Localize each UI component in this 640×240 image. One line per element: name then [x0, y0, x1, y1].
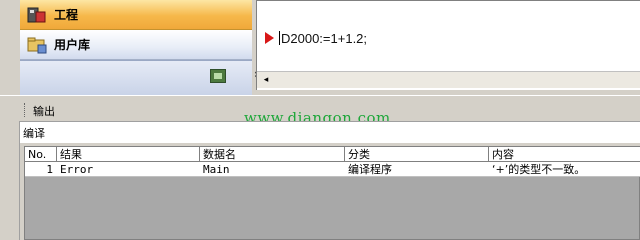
- cell-no: 1: [46, 163, 53, 176]
- table-header: No. 结果 数据名 分类 内容: [25, 147, 640, 162]
- nav-footer: »: [20, 60, 262, 95]
- nav-side-strip: [0, 0, 20, 95]
- text-caret: [279, 31, 280, 45]
- column-header-result[interactable]: 结果: [57, 147, 200, 162]
- grip-handle-icon[interactable]: [24, 103, 27, 117]
- user-library-icon: [26, 35, 48, 55]
- tab-compile[interactable]: 编译: [23, 125, 45, 141]
- scroll-left-icon[interactable]: ◂: [259, 73, 273, 87]
- horizontal-scrollbar[interactable]: ◂: [257, 71, 640, 88]
- code-text: D2000:=1+1.2;: [281, 31, 368, 46]
- column-header-content[interactable]: 内容: [489, 147, 640, 162]
- editor-gutter: [257, 1, 277, 71]
- results-table: No. 结果 数据名 分类 内容 1 Error Main 编译程序 ‘+’的类…: [24, 146, 640, 240]
- column-header-data-name[interactable]: 数据名: [200, 147, 345, 162]
- code-editor[interactable]: D2000:=1+1.2; ◂: [256, 0, 640, 90]
- column-header-category[interactable]: 分类: [345, 147, 489, 162]
- cell-result: Error: [60, 163, 94, 176]
- cell-content: ‘+’的类型不一致。: [492, 163, 586, 176]
- save-icon[interactable]: [210, 69, 226, 83]
- nav-item-label: 用户库: [54, 38, 91, 52]
- breakpoint-marker-icon[interactable]: [265, 32, 274, 44]
- output-tab-area: 编译: [20, 121, 640, 143]
- navigation-pane: 工程 用户库 »: [0, 0, 262, 95]
- project-icon: [26, 5, 48, 25]
- column-header-no[interactable]: No.: [25, 147, 57, 162]
- output-title: 输出: [33, 105, 55, 118]
- table-row[interactable]: 1 Error Main 编译程序 ‘+’的类型不一致。: [25, 162, 640, 177]
- code-line[interactable]: D2000:=1+1.2;: [279, 31, 367, 46]
- cell-category: 编译程序: [348, 163, 392, 176]
- nav-item-label: 工程: [54, 8, 79, 22]
- nav-item-project[interactable]: 工程: [20, 0, 252, 30]
- cell-data-name: Main: [203, 163, 230, 176]
- nav-item-user-library[interactable]: 用户库: [20, 30, 252, 60]
